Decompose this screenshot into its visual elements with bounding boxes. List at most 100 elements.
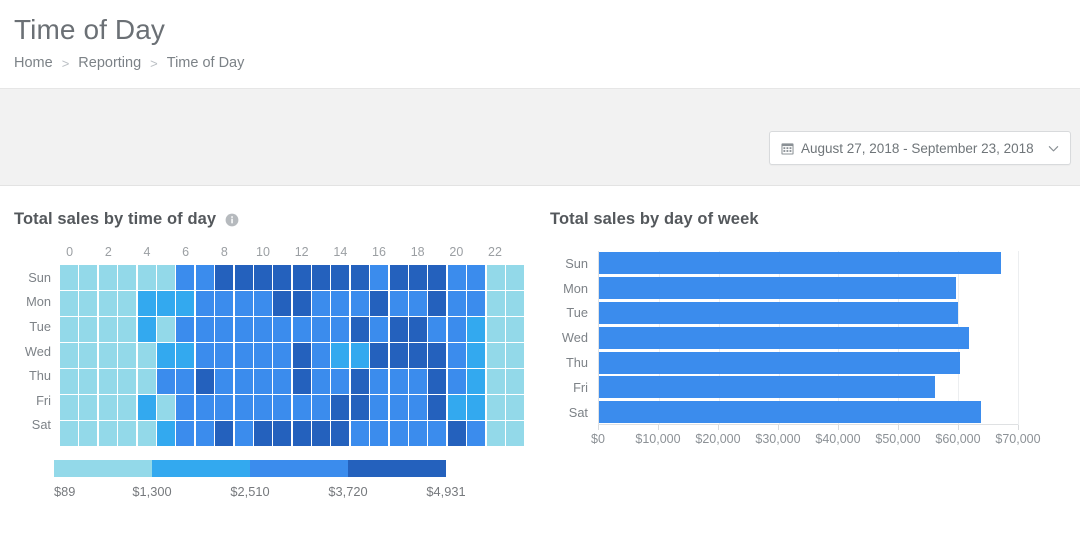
breadcrumb-item-home[interactable]: Home xyxy=(14,55,53,71)
heatmap-cell[interactable] xyxy=(156,290,175,316)
heatmap-cell[interactable] xyxy=(137,394,156,420)
heatmap-cell[interactable] xyxy=(137,342,156,368)
heatmap-cell[interactable] xyxy=(331,368,350,394)
heatmap-cell[interactable] xyxy=(156,316,175,342)
heatmap-cell[interactable] xyxy=(312,394,331,420)
heatmap-cell[interactable] xyxy=(350,420,369,446)
heatmap-cell[interactable] xyxy=(292,420,311,446)
heatmap-cell[interactable] xyxy=(215,342,234,368)
heatmap-cell[interactable] xyxy=(176,394,195,420)
heatmap-cell[interactable] xyxy=(312,420,331,446)
heatmap-cell[interactable] xyxy=(195,420,214,446)
heatmap-cell[interactable] xyxy=(389,342,408,368)
heatmap-cell[interactable] xyxy=(215,316,234,342)
heatmap-cell[interactable] xyxy=(389,316,408,342)
heatmap-cell[interactable] xyxy=(195,316,214,342)
heatmap-cell[interactable] xyxy=(389,265,408,290)
heatmap-cell[interactable] xyxy=(370,368,389,394)
heatmap-cell[interactable] xyxy=(195,394,214,420)
heatmap-cell[interactable] xyxy=(137,290,156,316)
heatmap-cell[interactable] xyxy=(156,342,175,368)
heatmap-cell[interactable] xyxy=(312,316,331,342)
heatmap-cell[interactable] xyxy=(467,316,486,342)
heatmap-cell[interactable] xyxy=(350,368,369,394)
heatmap-cell[interactable] xyxy=(253,394,272,420)
heatmap-cell[interactable] xyxy=(447,420,466,446)
heatmap-cell[interactable] xyxy=(331,342,350,368)
heatmap-cell[interactable] xyxy=(137,316,156,342)
heatmap-cell[interactable] xyxy=(331,290,350,316)
heatmap-cell[interactable] xyxy=(60,394,78,420)
heatmap-cell[interactable] xyxy=(273,420,292,446)
heatmap-cell[interactable] xyxy=(505,420,524,446)
heatmap-cell[interactable] xyxy=(409,265,428,290)
heatmap-cell[interactable] xyxy=(273,265,292,290)
heatmap-cell[interactable] xyxy=(467,265,486,290)
heatmap-cell[interactable] xyxy=(215,265,234,290)
heatmap-cell[interactable] xyxy=(176,420,195,446)
heatmap-cell[interactable] xyxy=(176,265,195,290)
heatmap-cell[interactable] xyxy=(234,420,253,446)
heatmap-cell[interactable] xyxy=(370,265,389,290)
heatmap-cell[interactable] xyxy=(195,342,214,368)
heatmap-cell[interactable] xyxy=(447,394,466,420)
heatmap-cell[interactable] xyxy=(253,368,272,394)
heatmap-cell[interactable] xyxy=(253,420,272,446)
heatmap-cell[interactable] xyxy=(389,394,408,420)
heatmap-cell[interactable] xyxy=(79,265,98,290)
heatmap-cell[interactable] xyxy=(447,316,466,342)
heatmap-cell[interactable] xyxy=(428,290,447,316)
heatmap-cell[interactable] xyxy=(60,265,78,290)
heatmap-cell[interactable] xyxy=(505,342,524,368)
heatmap-cell[interactable] xyxy=(273,316,292,342)
heatmap-cell[interactable] xyxy=(98,316,117,342)
heatmap-cell[interactable] xyxy=(292,265,311,290)
bar-sat[interactable] xyxy=(599,401,982,424)
heatmap-cell[interactable] xyxy=(79,420,98,446)
info-icon[interactable] xyxy=(225,213,239,227)
heatmap-cell[interactable] xyxy=(60,420,78,446)
heatmap-cell[interactable] xyxy=(215,394,234,420)
heatmap-cell[interactable] xyxy=(118,316,137,342)
heatmap-cell[interactable] xyxy=(79,394,98,420)
heatmap-cell[interactable] xyxy=(195,290,214,316)
heatmap-cell[interactable] xyxy=(370,316,389,342)
heatmap-cell[interactable] xyxy=(467,290,486,316)
heatmap-cell[interactable] xyxy=(428,316,447,342)
heatmap-cell[interactable] xyxy=(253,316,272,342)
heatmap-cell[interactable] xyxy=(486,265,505,290)
date-range-picker[interactable]: August 27, 2018 - September 23, 2018 xyxy=(769,131,1071,165)
heatmap-cell[interactable] xyxy=(292,394,311,420)
heatmap-cell[interactable] xyxy=(428,265,447,290)
heatmap-cell[interactable] xyxy=(331,316,350,342)
heatmap-cell[interactable] xyxy=(486,342,505,368)
heatmap-cell[interactable] xyxy=(389,368,408,394)
heatmap-cell[interactable] xyxy=(137,420,156,446)
heatmap-cell[interactable] xyxy=(176,368,195,394)
heatmap-cell[interactable] xyxy=(137,368,156,394)
heatmap-cell[interactable] xyxy=(118,342,137,368)
heatmap-cell[interactable] xyxy=(273,394,292,420)
heatmap-cell[interactable] xyxy=(350,342,369,368)
heatmap-cell[interactable] xyxy=(505,316,524,342)
heatmap-cell[interactable] xyxy=(292,342,311,368)
heatmap-cell[interactable] xyxy=(428,368,447,394)
heatmap-cell[interactable] xyxy=(505,394,524,420)
heatmap-cell[interactable] xyxy=(98,342,117,368)
heatmap-cell[interactable] xyxy=(350,290,369,316)
heatmap-cell[interactable] xyxy=(176,290,195,316)
heatmap-cell[interactable] xyxy=(370,342,389,368)
heatmap-cell[interactable] xyxy=(331,420,350,446)
heatmap-cell[interactable] xyxy=(253,290,272,316)
heatmap-cell[interactable] xyxy=(312,368,331,394)
bar-tue[interactable] xyxy=(599,301,959,324)
heatmap-cell[interactable] xyxy=(505,265,524,290)
heatmap-cell[interactable] xyxy=(98,265,117,290)
heatmap-cell[interactable] xyxy=(428,342,447,368)
heatmap-cell[interactable] xyxy=(98,420,117,446)
heatmap-cell[interactable] xyxy=(195,265,214,290)
heatmap-cell[interactable] xyxy=(292,316,311,342)
heatmap-cell[interactable] xyxy=(486,368,505,394)
heatmap-cell[interactable] xyxy=(447,265,466,290)
heatmap-cell[interactable] xyxy=(273,342,292,368)
